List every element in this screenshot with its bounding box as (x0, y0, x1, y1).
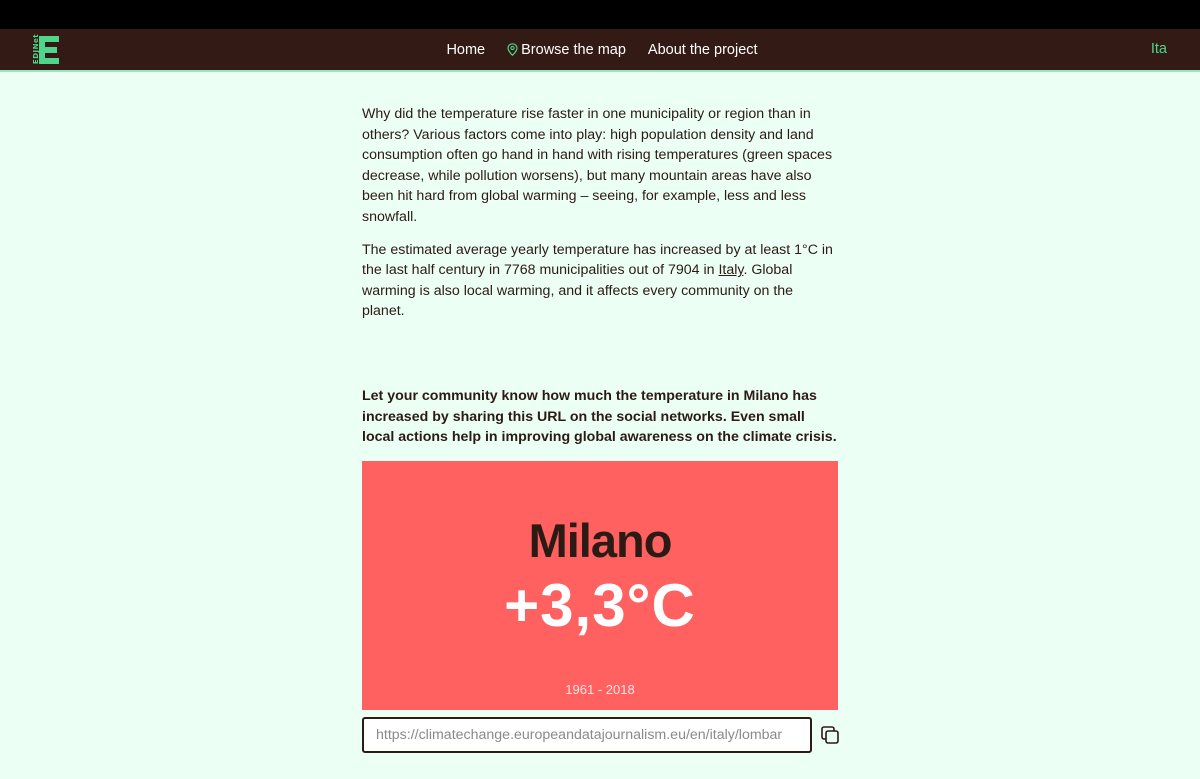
nav-links: Home Browse the map About the project (0, 29, 1200, 70)
language-switch[interactable]: Ita (1151, 41, 1167, 57)
card-temperature-change: +3,3°C (504, 572, 696, 639)
intro-paragraph-1: Why did the temperature rise faster in o… (362, 106, 833, 225)
nav-browse-map-label: Browse the map (521, 41, 626, 58)
share-prompt: Let your community know how much the tem… (362, 388, 837, 446)
italy-link[interactable]: Italy (718, 262, 743, 278)
nav-home-link[interactable]: Home (446, 42, 485, 58)
nav-home-label: Home (446, 41, 486, 58)
top-black-bar (0, 0, 1200, 29)
share-url-field[interactable] (362, 717, 812, 753)
nav-about-label: About the project (647, 41, 758, 58)
temperature-share-card: Milano +3,3°C 1961 - 2018 (362, 461, 838, 710)
card-city-name: Milano (528, 514, 673, 567)
intro-section: Why did the temperature rise faster in o… (362, 104, 838, 334)
nav-about-link[interactable]: About the project (648, 42, 758, 58)
intro-paragraph-2: The estimated average yearly temperature… (362, 240, 838, 322)
copy-icon[interactable] (821, 726, 839, 744)
navigation-bar: EDJNet Home Browse the map About the pro… (0, 29, 1200, 72)
nav-browse-map-link[interactable]: Browse the map (507, 42, 626, 58)
map-pin-icon (507, 43, 518, 56)
card-period: 1961 - 2018 (565, 682, 635, 697)
